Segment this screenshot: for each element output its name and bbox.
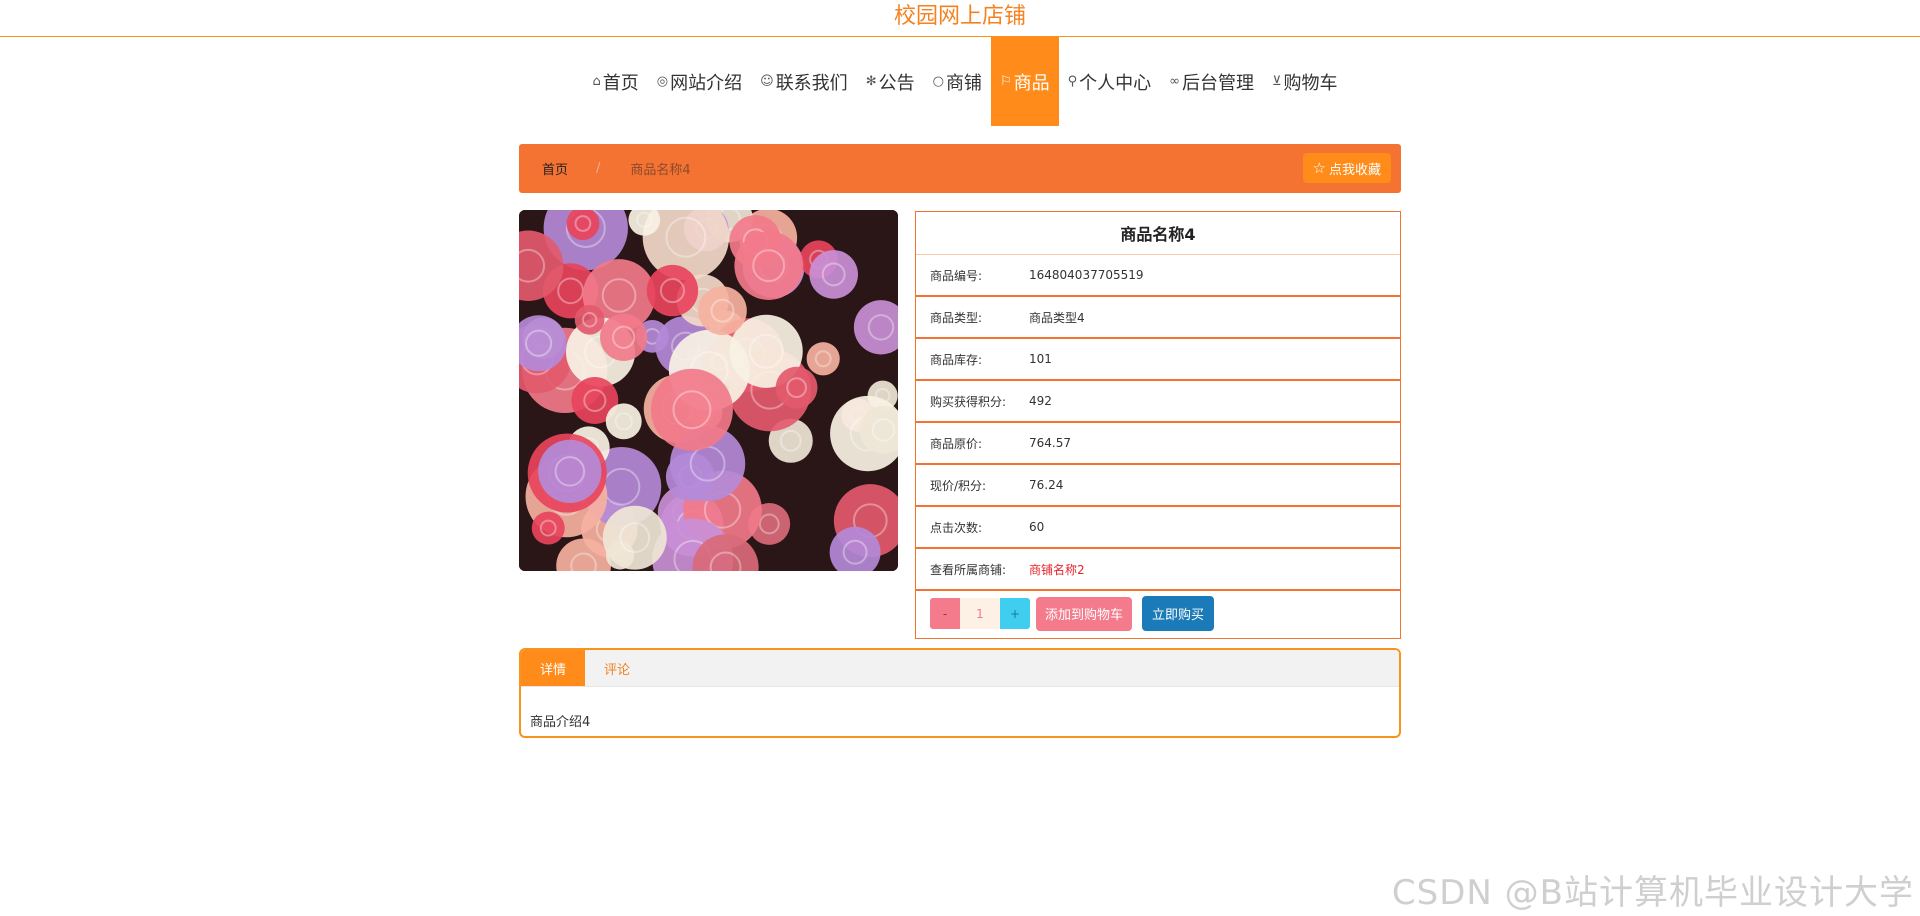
quantity-input[interactable] <box>960 598 1000 629</box>
field-label: 商品类型: <box>930 310 983 325</box>
product-field-row: 商品库存: 101 <box>916 339 1400 381</box>
favorite-button-label: 点我收藏 <box>1328 162 1381 178</box>
buy-now-button[interactable]: 立即购买 <box>1142 596 1215 631</box>
nav-item-label: 公告 <box>878 72 915 94</box>
flower-bouquet-image <box>519 210 898 571</box>
favorite-button[interactable]: ☆ 点我收藏 <box>1302 153 1391 183</box>
nav-item-1[interactable]: ◎ 网站介绍 <box>648 37 751 126</box>
product-field-row: 商品编号: 164804037705519 <box>916 255 1400 297</box>
home-icon: ⌂ <box>592 74 601 89</box>
tab-0[interactable]: 详情 <box>521 650 586 686</box>
shop-row: 查看所属商铺: 商铺名称2 <box>916 549 1400 591</box>
nav-item-label: 后台管理 <box>1181 72 1254 94</box>
main-nav: ⌂ 首页 ◎ 网站介绍 ☺ 联系我们 ✻ 公告 ○ 商铺 ⚐ 商品 ⚲ 个人中心 ∞ 后台管理 ⊻ 购物车 <box>0 37 1920 126</box>
field-value: 101 <box>1029 352 1052 366</box>
detail-panel: 详情 评论 商品介绍4 <box>519 648 1401 738</box>
nav-item-label: 联系我们 <box>775 72 848 94</box>
site-title: 校园网上店铺 <box>893 4 1026 29</box>
nav-item-label: 首页 <box>602 72 639 94</box>
quantity-increase-button[interactable]: + <box>1000 598 1030 629</box>
breadcrumb-current: 商品名称4 <box>630 163 691 178</box>
cart-icon: ⊻ <box>1271 74 1282 89</box>
nav-item-label: 网站介绍 <box>670 72 743 94</box>
site-header: 校园网上店铺 <box>0 0 1920 37</box>
field-value: 60 <box>1029 520 1045 534</box>
snowflake-icon: ✻ <box>865 74 877 89</box>
product-field-row: 商品原价: 764.57 <box>916 423 1400 465</box>
palette-icon: ◎ <box>656 74 669 89</box>
nav-item-0[interactable]: ⌂ 首页 <box>584 37 648 126</box>
nav-item-5[interactable]: ⚐ 商品 <box>990 37 1059 126</box>
detail-tabs: 详情 评论 <box>521 650 1399 687</box>
field-label: 商品编号: <box>930 268 983 283</box>
shop-row-label: 查看所属商铺: <box>930 562 1007 577</box>
product-image <box>519 210 898 571</box>
field-value: 764.57 <box>1029 436 1071 450</box>
nav-item-7[interactable]: ∞ 后台管理 <box>1160 37 1263 126</box>
field-label: 点击次数: <box>930 520 983 535</box>
star-icon: ☆ <box>1312 159 1326 177</box>
nav-item-8[interactable]: ⊻ 购物车 <box>1263 37 1347 126</box>
nav-item-label: 个人中心 <box>1079 72 1152 94</box>
shop-link[interactable]: 商铺名称2 <box>1029 561 1400 578</box>
product-field-row: 现价/积分: 76.24 <box>916 465 1400 507</box>
nav-item-label: 购物车 <box>1283 72 1338 94</box>
quantity-decrease-button[interactable]: - <box>930 598 960 629</box>
product-field-row: 商品类型: 商品类型4 <box>916 297 1400 339</box>
breadcrumb: 首页 / 商品名称4 ☆ 点我收藏 <box>519 144 1401 193</box>
product-info-table: 商品名称4 商品编号: 164804037705519 商品类型: 商品类型4 商品库存… <box>915 211 1401 639</box>
breadcrumb-home-link[interactable]: 首页 <box>542 159 568 178</box>
purchase-actions: - + 添加到购物车 立即购买 <box>916 591 1400 636</box>
field-value: 492 <box>1029 394 1052 408</box>
detail-content: 商品介绍4 <box>530 715 591 730</box>
breadcrumb-separator: / <box>596 161 601 176</box>
nav-list: ⌂ 首页 ◎ 网站介绍 ☺ 联系我们 ✻ 公告 ○ 商铺 ⚐ 商品 ⚲ 个人中心 ∞ 后台管理 ⊻ 购物车 <box>584 37 1347 126</box>
watermark: CSDN @B站计算机毕业设计大学 <box>1391 873 1914 913</box>
product-field-row: 点击次数: 60 <box>916 507 1400 549</box>
nav-item-6[interactable]: ⚲ 个人中心 <box>1059 37 1161 126</box>
nav-item-label: 商品 <box>1013 72 1050 94</box>
field-value: 商品类型4 <box>1029 310 1085 325</box>
nav-item-label: 商铺 <box>945 72 982 94</box>
circle-icon: ○ <box>932 74 944 89</box>
field-label: 商品库存: <box>930 352 983 367</box>
field-value: 76.24 <box>1029 478 1064 492</box>
link-icon: ∞ <box>1169 74 1180 89</box>
support-icon: ☺ <box>760 74 774 89</box>
field-label: 现价/积分: <box>930 478 987 493</box>
field-label: 购买获得积分: <box>930 394 1007 409</box>
flag-icon: ⚐ <box>999 74 1012 89</box>
nav-item-3[interactable]: ✻ 公告 <box>857 37 924 126</box>
product-name: 商品名称4 <box>916 212 1400 255</box>
nav-item-2[interactable]: ☺ 联系我们 <box>751 37 857 126</box>
user-icon: ⚲ <box>1067 74 1078 89</box>
tab-1[interactable]: 评论 <box>585 650 649 686</box>
add-to-cart-button[interactable]: 添加到购物车 <box>1036 596 1133 631</box>
product-field-row: 购买获得积分: 492 <box>916 381 1400 423</box>
product-fields: 商品编号: 164804037705519 商品类型: 商品类型4 商品库存: 101 购买… <box>916 255 1400 549</box>
field-label: 商品原价: <box>930 436 983 451</box>
nav-item-4[interactable]: ○ 商铺 <box>924 37 991 126</box>
field-value: 164804037705519 <box>1029 268 1144 282</box>
